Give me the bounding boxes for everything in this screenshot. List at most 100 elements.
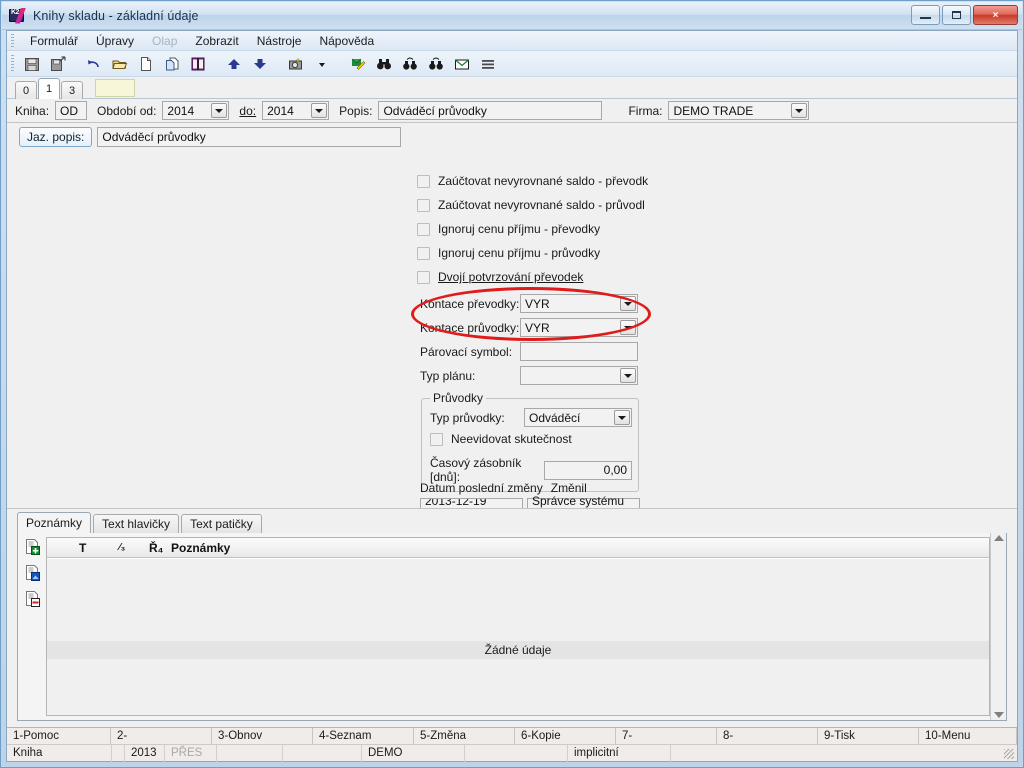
checkbox-icon[interactable] [417,174,430,188]
do-combo[interactable]: 2014 [262,101,330,120]
checkbox-ignoruj-cenu-prevodky[interactable]: Ignoruj cenu příjmu - převodky [417,222,600,236]
fkey-8[interactable]: 8- [717,727,818,745]
parovaci-symbol-field[interactable] [520,342,638,361]
binoculars-next-icon[interactable] [425,53,447,75]
column-poznamky[interactable]: Poznámky [165,541,236,555]
add-note-icon[interactable] [24,538,41,558]
chevron-down-icon[interactable] [614,410,630,425]
checkbox-zauctovat-pruvodky[interactable]: Zaúčtovat nevyrovnané saldo - průvodl [417,198,649,212]
tab-0[interactable]: 0 [15,81,37,99]
mail-icon[interactable] [451,53,473,75]
chevron-down-icon[interactable] [791,103,808,118]
application-window: Knihy skladu - základní údaje × Formulář… [0,0,1024,768]
fkey-3[interactable]: 3-Obnov [212,727,313,745]
chevron-down-icon[interactable] [311,103,328,118]
checkbox-dvoji-potvrzovani[interactable]: Dvojí potvrzování převodek [417,270,583,284]
pruvodky-groupbox-title: Průvodky [430,391,487,405]
firma-combo[interactable]: DEMO TRADE [668,101,810,120]
kniha-field[interactable]: OD [55,101,88,120]
kontace-prevodky-label: Kontace převodky: [420,296,520,311]
binoculars-search-icon[interactable] [373,53,395,75]
parovaci-symbol-label: Párovací symbol: [420,344,513,359]
checkbox-icon[interactable] [417,198,430,212]
fkey-5[interactable]: 5-Změna [414,727,515,745]
chevron-down-icon[interactable] [620,368,636,383]
jaz-popis-button[interactable]: Jaz. popis: [19,127,93,147]
typ-pruvodky-combo[interactable]: Odváděcí [524,408,632,427]
menu-lines-icon[interactable] [477,53,499,75]
checkbox-icon[interactable] [430,432,443,446]
notes-grid-scrollbar[interactable] [990,533,1006,720]
menu-item-upravy[interactable]: Úpravy [87,34,143,48]
edit-pencil-icon[interactable] [347,53,369,75]
obdobi-od-combo[interactable]: 2014 [162,101,230,120]
arrow-down-icon[interactable] [249,53,271,75]
chevron-down-icon[interactable] [620,320,636,335]
fkey-4[interactable]: 4-Seznam [313,727,414,745]
tab-text-hlavicky[interactable]: Text hlavičky [93,514,180,533]
save-icon[interactable] [21,53,43,75]
popis-field[interactable]: Odváděcí průvodky [378,101,603,120]
arrow-up-icon[interactable] [223,53,245,75]
status-pres: PŘES [165,744,217,762]
chevron-down-icon[interactable] [620,296,636,311]
column-t[interactable]: T [73,541,113,555]
column-3[interactable]: ⁄₃ [113,542,143,553]
k2-app-icon [9,7,27,24]
fkey-1[interactable]: 1-Pomoc [7,727,111,745]
close-button[interactable]: × [973,5,1018,25]
checkbox-icon[interactable] [417,246,430,260]
notes-tabstrip: Poznámky Text hlavičky Text patičky [17,512,264,533]
tab-3[interactable]: 3 [61,81,83,99]
checkbox-ignoruj-cenu-pruvodky[interactable]: Ignoruj cenu příjmu - průvodky [417,246,600,260]
firma-label: Firma: [628,103,663,118]
casovy-zasobnik-field[interactable]: 0,00 [544,460,632,480]
binoculars-prev-icon[interactable] [399,53,421,75]
fkey-6[interactable]: 6-Kopie [515,727,616,745]
checkbox-neevidovat-skutecnost[interactable]: Neevidovat skutečnost [430,432,572,446]
tab-1[interactable]: 1 [38,78,60,99]
obdobi-od-label: Období od: [97,103,157,118]
edit-note-icon[interactable] [24,564,41,584]
fkey-10[interactable]: 10-Menu [919,727,1017,745]
status-bar: Kniha 2013 PŘES DEMO implicitní [7,744,1017,762]
open-folder-icon[interactable] [109,53,131,75]
scroll-up-arrow-icon[interactable] [993,535,1004,541]
checkbox-label: Neevidovat skutečnost [451,432,572,446]
parovaci-symbol-row: Párovací symbol: [420,342,638,361]
typ-pruvodky-row: Typ průvodky: Odváděcí [430,408,632,427]
book-icon[interactable] [187,53,209,75]
fkey-9[interactable]: 9-Tisk [818,727,919,745]
tab-poznamky[interactable]: Poznámky [17,512,92,533]
scroll-down-arrow-icon[interactable] [993,712,1004,718]
copy-icon[interactable] [161,53,183,75]
chevron-down-icon[interactable] [211,103,228,118]
checkbox-zauctovat-prevodky[interactable]: Zaúčtovat nevyrovnané saldo - převodk [417,174,649,188]
camera-icon[interactable] [285,53,307,75]
dropdown-arrow-icon[interactable] [311,53,333,75]
typ-planu-row: Typ plánu: [420,366,638,385]
form-page-tabs: 0 1 3 [7,77,1017,99]
undo-icon[interactable] [83,53,105,75]
menu-item-zobrazit[interactable]: Zobrazit [186,34,247,48]
resize-grip-icon[interactable] [1004,749,1014,759]
new-document-icon[interactable] [135,53,157,75]
kontace-prevodky-combo[interactable]: VYR [520,294,638,313]
menu-item-napoveda[interactable]: Nápověda [310,34,383,48]
jaz-popis-field[interactable]: Odváděcí průvodky [97,127,402,147]
checkbox-icon[interactable] [417,222,430,236]
checkbox-icon[interactable] [417,270,430,284]
fkey-2[interactable]: 2- [111,727,212,745]
fkey-7[interactable]: 7- [616,727,717,745]
save-as-icon[interactable] [47,53,69,75]
menu-item-nastroje[interactable]: Nástroje [248,34,311,48]
typ-planu-combo[interactable] [520,366,638,385]
tab-text-paticky[interactable]: Text patičky [181,514,262,533]
menu-item-formular[interactable]: Formulář [21,34,87,48]
casovy-zasobnik-label: Časový zásobník [dnů]: [430,456,522,484]
minimize-button[interactable] [911,5,940,25]
column-r4[interactable]: Ř₄ [143,541,165,555]
delete-note-icon[interactable] [24,590,41,610]
maximize-button[interactable] [942,5,971,25]
kontace-pruvodky-combo[interactable]: VYR [520,318,638,337]
